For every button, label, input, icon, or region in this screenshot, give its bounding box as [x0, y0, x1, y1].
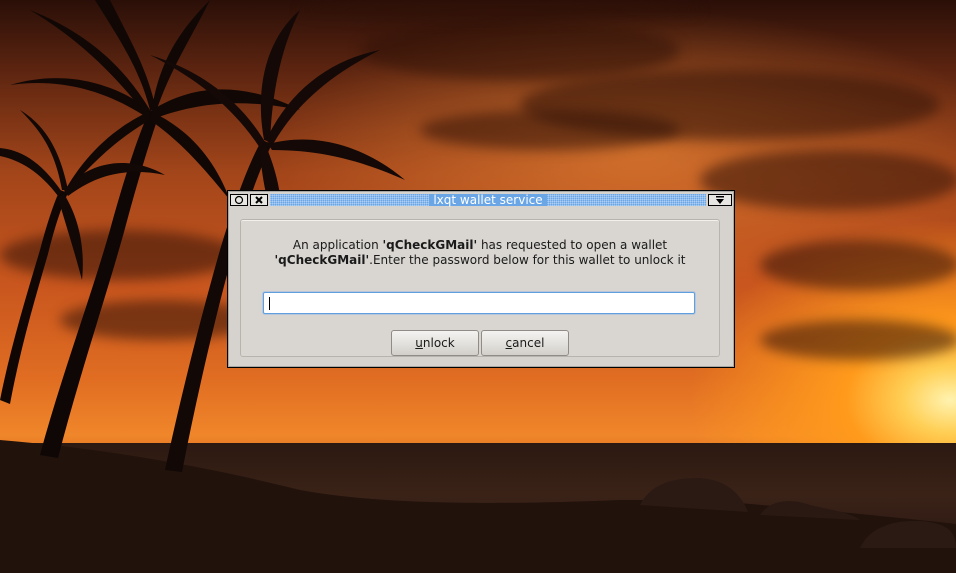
app-name: 'qCheckGMail' — [382, 238, 478, 252]
prompt-message: An application 'qCheckGMail' has request… — [241, 238, 719, 268]
message-prefix: An application — [292, 238, 383, 252]
message-suffix: .Enter the password below for this walle… — [369, 253, 686, 267]
window-menu-icon[interactable] — [230, 194, 248, 206]
cancel-label: cancel — [505, 336, 545, 350]
message-middle: has requested to open a wallet — [477, 238, 668, 252]
titlebar-drag-area[interactable]: lxqt wallet service — [270, 194, 706, 206]
unlock-button[interactable]: unlock — [391, 330, 479, 356]
shade-icon[interactable] — [708, 194, 732, 206]
text-caret — [269, 297, 270, 310]
unlock-label: unlock — [415, 336, 455, 350]
cancel-button[interactable]: cancel — [481, 330, 569, 356]
titlebar: lxqt wallet service — [230, 193, 732, 207]
close-icon[interactable] — [250, 194, 268, 206]
wallet-dialog: lxqt wallet service An application 'qChe… — [227, 190, 735, 368]
password-field[interactable] — [263, 292, 695, 314]
dialog-content: An application 'qCheckGMail' has request… — [240, 219, 720, 357]
window-title: lxqt wallet service — [429, 194, 547, 206]
wallet-name: 'qCheckGMail' — [274, 253, 370, 267]
